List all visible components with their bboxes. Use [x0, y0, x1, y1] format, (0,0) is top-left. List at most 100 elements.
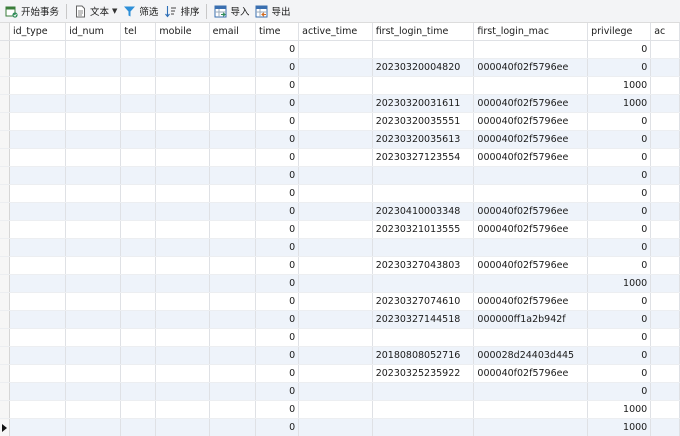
cell-email[interactable] — [209, 202, 257, 221]
cell-id-type[interactable] — [9, 40, 67, 59]
cell-first-login-mac[interactable]: 000040f02f5796ee — [473, 256, 589, 275]
cell-ac[interactable] — [650, 220, 680, 239]
cell-first-login-time[interactable] — [372, 328, 475, 347]
cell-email[interactable] — [209, 292, 257, 311]
cell-first-login-mac[interactable]: 000040f02f5796ee — [473, 364, 589, 383]
cell-id-type[interactable] — [9, 238, 67, 257]
table-row[interactable]: 00 — [0, 382, 680, 401]
table-row[interactable]: 0 1000 — [0, 76, 680, 95]
cell-active-time[interactable] — [298, 148, 373, 167]
cell-first-login-mac[interactable]: 000040f02f5796ee — [473, 94, 589, 113]
cell-tel[interactable] — [120, 382, 157, 401]
cell-ac[interactable] — [650, 184, 680, 203]
cell-time[interactable]: 0 — [255, 382, 300, 401]
table-row[interactable]: 00 — [0, 328, 680, 347]
cell-privilege[interactable]: 0 — [587, 220, 652, 239]
cell-tel[interactable] — [120, 346, 157, 365]
column-header-first-login-time[interactable]: first_login_time — [372, 23, 475, 41]
cell-time[interactable]: 0 — [255, 292, 300, 311]
cell-tel[interactable] — [120, 130, 157, 149]
cell-first-login-time[interactable] — [372, 166, 475, 185]
row-indicator[interactable] — [0, 238, 11, 257]
cell-first-login-time[interactable]: 20230320035613 — [372, 130, 475, 149]
cell-id-num[interactable] — [65, 256, 122, 275]
cell-first-login-time[interactable]: 20230327144518 — [372, 310, 475, 329]
cell-id-num[interactable] — [65, 220, 122, 239]
cell-time[interactable]: 0 — [255, 76, 300, 95]
cell-privilege[interactable]: 0 — [587, 202, 652, 221]
cell-time[interactable]: 0 — [255, 148, 300, 167]
column-header-email[interactable]: email — [209, 23, 257, 41]
cell-mobile[interactable] — [155, 94, 210, 113]
cell-time[interactable]: 0 — [255, 94, 300, 113]
column-header-ac[interactable]: ac — [650, 23, 680, 41]
cell-tel[interactable] — [120, 76, 157, 95]
cell-first-login-mac[interactable]: 000040f02f5796ee — [473, 292, 589, 311]
cell-active-time[interactable] — [298, 364, 373, 383]
cell-mobile[interactable] — [155, 166, 210, 185]
cell-id-num[interactable] — [65, 346, 122, 365]
cell-active-time[interactable] — [298, 238, 373, 257]
cell-first-login-time[interactable] — [372, 400, 475, 419]
row-indicator[interactable] — [0, 364, 11, 383]
cell-id-num[interactable] — [65, 130, 122, 149]
cell-privilege[interactable]: 0 — [587, 346, 652, 365]
cell-email[interactable] — [209, 184, 257, 203]
cell-first-login-mac[interactable]: 000028d24403d445 — [473, 346, 589, 365]
table-row[interactable]: 0 1000 — [0, 400, 680, 419]
row-indicator[interactable] — [0, 58, 11, 77]
cell-privilege[interactable]: 0 — [587, 166, 652, 185]
cell-time[interactable]: 0 — [255, 58, 300, 77]
cell-first-login-mac[interactable] — [473, 418, 589, 436]
cell-time[interactable]: 0 — [255, 184, 300, 203]
cell-time[interactable]: 0 — [255, 274, 300, 293]
cell-email[interactable] — [209, 130, 257, 149]
cell-active-time[interactable] — [298, 202, 373, 221]
cell-time[interactable]: 0 — [255, 418, 300, 436]
cell-first-login-time[interactable]: 20230320031611 — [372, 94, 475, 113]
table-row[interactable]: 0 20230325235922 000040f02f5796ee 0 — [0, 364, 680, 383]
cell-first-login-time[interactable] — [372, 76, 475, 95]
row-indicator[interactable] — [0, 346, 11, 365]
cell-tel[interactable] — [120, 202, 157, 221]
row-indicator[interactable] — [0, 400, 11, 419]
cell-mobile[interactable] — [155, 112, 210, 131]
cell-active-time[interactable] — [298, 310, 373, 329]
table-row[interactable]: 0 20230320035551 000040f02f5796ee 0 — [0, 112, 680, 131]
cell-privilege[interactable]: 0 — [587, 310, 652, 329]
cell-id-type[interactable] — [9, 310, 67, 329]
row-indicator[interactable] — [0, 40, 11, 59]
cell-ac[interactable] — [650, 112, 680, 131]
row-indicator[interactable] — [0, 328, 11, 347]
cell-privilege[interactable]: 0 — [587, 112, 652, 131]
cell-id-type[interactable] — [9, 256, 67, 275]
table-row[interactable]: 00 — [0, 40, 680, 59]
cell-first-login-mac[interactable]: 000040f02f5796ee — [473, 220, 589, 239]
cell-active-time[interactable] — [298, 58, 373, 77]
cell-ac[interactable] — [650, 310, 680, 329]
cell-id-type[interactable] — [9, 130, 67, 149]
table-row[interactable]: 0 20230320035613 000040f02f5796ee 0 — [0, 130, 680, 149]
cell-mobile[interactable] — [155, 76, 210, 95]
cell-first-login-time[interactable]: 20230320004820 — [372, 58, 475, 77]
cell-mobile[interactable] — [155, 184, 210, 203]
table-row[interactable]: 0 20180808052716 000028d24403d445 0 — [0, 346, 680, 365]
cell-time[interactable]: 0 — [255, 166, 300, 185]
cell-email[interactable] — [209, 310, 257, 329]
cell-active-time[interactable] — [298, 292, 373, 311]
cell-first-login-time[interactable]: 20230410003348 — [372, 202, 475, 221]
cell-id-type[interactable] — [9, 346, 67, 365]
cell-mobile[interactable] — [155, 310, 210, 329]
cell-active-time[interactable] — [298, 418, 373, 436]
table-row[interactable]: 0 20230320031611 000040f02f5796ee 1000 — [0, 94, 680, 113]
cell-tel[interactable] — [120, 94, 157, 113]
cell-ac[interactable] — [650, 328, 680, 347]
cell-id-type[interactable] — [9, 382, 67, 401]
cell-privilege[interactable]: 0 — [587, 184, 652, 203]
cell-privilege[interactable]: 1000 — [587, 76, 652, 95]
row-indicator[interactable] — [0, 274, 11, 293]
table-row[interactable]: 00 — [0, 184, 680, 203]
cell-id-num[interactable] — [65, 400, 122, 419]
cell-id-type[interactable] — [9, 166, 67, 185]
cell-time[interactable]: 0 — [255, 346, 300, 365]
